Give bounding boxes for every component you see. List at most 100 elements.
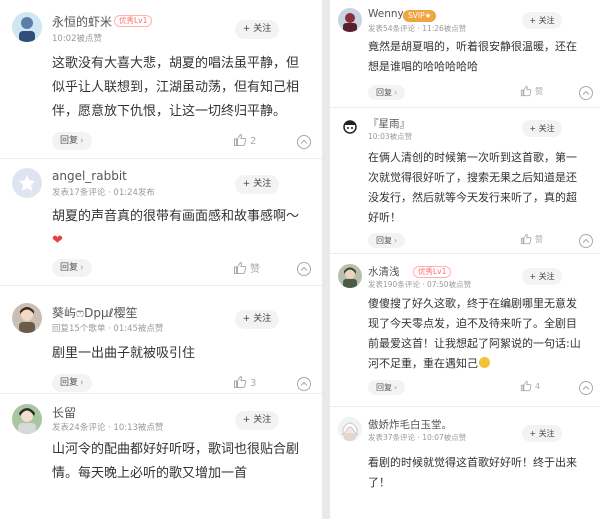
comment-line: 次就觉得很好听了，搜索无果之后知道是还 xyxy=(368,171,577,184)
chevron-right-icon: › xyxy=(80,136,84,146)
reply-button[interactable]: 回复 › xyxy=(368,85,406,100)
username[interactable]: 长留 xyxy=(52,404,76,421)
thumbs-up-icon xyxy=(234,375,247,388)
comment-meta: 回复15个歌单 · 01:45被点赞 xyxy=(52,324,164,334)
comment-item: 『星雨』 10:03被点赞 + 关注 在俩人清创的时候第一次听到这首歌，第一 次… xyxy=(330,108,600,253)
comment-line: 在俩人清创的时候第一次听到这首歌，第一 xyxy=(368,151,577,164)
comment-meta: 发表24条评论 · 10:13被点赞 xyxy=(52,423,164,433)
reply-label: 回复 xyxy=(60,378,79,388)
thumbs-up-icon xyxy=(520,85,532,97)
username[interactable]: 水清浅 xyxy=(368,264,400,279)
avatar[interactable] xyxy=(12,12,42,42)
comment-item: 水清浅 优秀Lv1 发表190条评论 · 07:50被点赞 + 关注 傻傻搜了好… xyxy=(330,254,600,406)
thumbs-up-icon xyxy=(234,133,247,146)
like-button[interactable]: 赞 xyxy=(233,260,260,276)
like-button[interactable]: 赞 xyxy=(520,85,543,101)
username[interactable]: angel_rabbit xyxy=(52,169,127,183)
reply-button[interactable]: 回复 › xyxy=(368,380,406,395)
comment-line: 竟然是胡夏唱的，听着很安静很温暖，还在 xyxy=(368,40,577,53)
comment-meta: 发表190条评论 · 07:50被点赞 xyxy=(368,280,472,289)
reply-button[interactable]: 回复 › xyxy=(368,233,406,248)
like-count: 2 xyxy=(250,136,257,147)
like-button[interactable]: 4 xyxy=(520,380,540,396)
reply-button[interactable]: 回复 › xyxy=(52,374,92,392)
follow-button[interactable]: + 关注 xyxy=(235,411,279,430)
thumbs-up-icon xyxy=(520,380,532,392)
comment-line: 这歌没有大喜大悲，胡夏的唱法虽平静，但 xyxy=(52,56,300,71)
follow-button[interactable]: + 关注 xyxy=(522,425,562,442)
comment-line: 伴，愿意放下仇恨，让这一切终归平静。 xyxy=(52,104,287,119)
comment-line: 前最爱这首！让我想起了阿絮说的一句话:山 xyxy=(368,337,581,350)
comment-line: 了！ xyxy=(368,476,390,489)
avatar[interactable] xyxy=(338,264,362,288)
smile-emoji-icon xyxy=(479,357,490,368)
reply-label: 回复 xyxy=(60,263,79,273)
follow-button[interactable]: + 关注 xyxy=(235,175,279,194)
reply-button[interactable]: 回复 › xyxy=(52,259,92,277)
reply-label: 回复 xyxy=(376,383,392,392)
username[interactable]: 傲娇炸毛白玉堂。 xyxy=(368,417,452,432)
avatar[interactable] xyxy=(338,116,362,140)
comment-item: 傲娇炸毛白玉堂。 发表37条评论 · 10:07被点赞 + 关注 看剧的时候就觉… xyxy=(330,407,600,519)
thumbs-up-icon xyxy=(520,233,532,245)
comment-meta: 发表17条评论 · 01:24发布 xyxy=(52,188,155,198)
username[interactable]: 永恒的虾米 xyxy=(52,13,112,30)
comment-body: 在俩人清创的时候第一次听到这首歌，第一 次就觉得很好听了，搜索无果之后知道是还 … xyxy=(368,148,577,228)
chevron-right-icon: › xyxy=(80,263,84,273)
reply-label: 回复 xyxy=(60,136,79,146)
comment-body: 山河令的配曲都好好听呀，歌词也很贴合剧 情。每天晚上必听的歌又增加一首 xyxy=(52,438,299,486)
comment-line: 想是谁唱的哈哈哈哈哈 xyxy=(368,60,478,73)
like-count: 4 xyxy=(535,382,541,391)
follow-button[interactable]: + 关注 xyxy=(235,20,279,39)
more-options-icon[interactable] xyxy=(296,261,312,277)
like-count: 赞 xyxy=(535,87,543,96)
more-options-icon[interactable] xyxy=(578,85,593,100)
follow-button[interactable]: + 关注 xyxy=(235,310,279,329)
like-button[interactable]: 赞 xyxy=(520,233,543,249)
avatar[interactable] xyxy=(338,8,362,32)
reply-button[interactable]: 回复 › xyxy=(52,132,92,150)
avatar[interactable] xyxy=(12,168,42,198)
like-count: 赞 xyxy=(250,264,260,275)
comments-column-left: 永恒的虾米 优秀Lv1 10:02被点赞 + 关注 这歌没有大喜大悲，胡夏的唱法… xyxy=(0,0,322,519)
like-count: 3 xyxy=(250,378,257,389)
comment-line: 傻傻搜了好久这歌，终于在编剧哪里无意发 xyxy=(368,297,577,310)
comment-line: 山河令的配曲都好好听呀，歌词也很贴合剧 xyxy=(52,442,300,457)
like-button[interactable]: 3 xyxy=(233,375,256,391)
chevron-right-icon: › xyxy=(394,383,398,392)
avatar[interactable] xyxy=(12,303,42,333)
comment-line: 没发行，然后就等今天发行来听了，真的超 xyxy=(368,191,577,204)
comment-line: 情。每天晚上必听的歌又增加一首 xyxy=(52,466,248,481)
username[interactable]: 葵屿ෆDpµℓ樱笙 xyxy=(52,304,138,321)
more-options-icon[interactable] xyxy=(578,233,593,248)
level-badge: 优秀Lv1 xyxy=(413,266,452,278)
username[interactable]: 『星雨』 xyxy=(368,116,410,131)
comment-item: 长留 发表24条评论 · 10:13被点赞 + 关注 山河令的配曲都好好听呀，歌… xyxy=(0,394,322,519)
comment-meta: 10:03被点赞 xyxy=(368,132,413,141)
username[interactable]: Wenny xyxy=(368,8,404,20)
comment-line: 现了今天零点发，迫不及待来听了。全剧目 xyxy=(368,317,577,330)
comment-meta: 10:02被点赞 xyxy=(52,34,102,44)
comment-item: angel_rabbit 发表17条评论 · 01:24发布 + 关注 胡夏的声… xyxy=(0,159,322,285)
chevron-right-icon: › xyxy=(80,378,84,388)
follow-button[interactable]: + 关注 xyxy=(522,12,562,29)
comment-line: 河不足重，重在遇知己 xyxy=(368,357,478,370)
follow-button[interactable]: + 关注 xyxy=(522,268,562,285)
comment-meta: 发表54条评论 · 11:26被点赞 xyxy=(368,24,467,33)
comment-line: 剧里一出曲子就被吸引住 xyxy=(52,346,196,361)
avatar[interactable] xyxy=(12,404,42,434)
level-badge: 优秀Lv1 xyxy=(114,15,153,27)
more-options-icon[interactable] xyxy=(296,134,312,150)
comment-item: 葵屿ෆDpµℓ樱笙 回复15个歌单 · 01:45被点赞 + 关注 剧里一出曲子… xyxy=(0,286,322,392)
avatar[interactable] xyxy=(338,417,362,441)
chevron-right-icon: › xyxy=(394,236,398,245)
more-options-icon[interactable] xyxy=(578,380,593,395)
comment-body: 这歌没有大喜大悲，胡夏的唱法虽平静，但 似乎让人联想到，江湖虽动荡，但有知己相 … xyxy=(52,52,299,124)
more-options-icon[interactable] xyxy=(296,376,312,392)
thumbs-up-icon xyxy=(234,261,247,274)
heart-emoji: ❤ xyxy=(52,233,63,248)
comment-line: 似乎让人联想到，江湖虽动荡，但有知己相 xyxy=(52,80,300,95)
like-button[interactable]: 2 xyxy=(233,133,256,149)
comment-body: 竟然是胡夏唱的，听着很安静很温暖，还在 想是谁唱的哈哈哈哈哈 xyxy=(368,37,577,77)
follow-button[interactable]: + 关注 xyxy=(522,120,562,137)
